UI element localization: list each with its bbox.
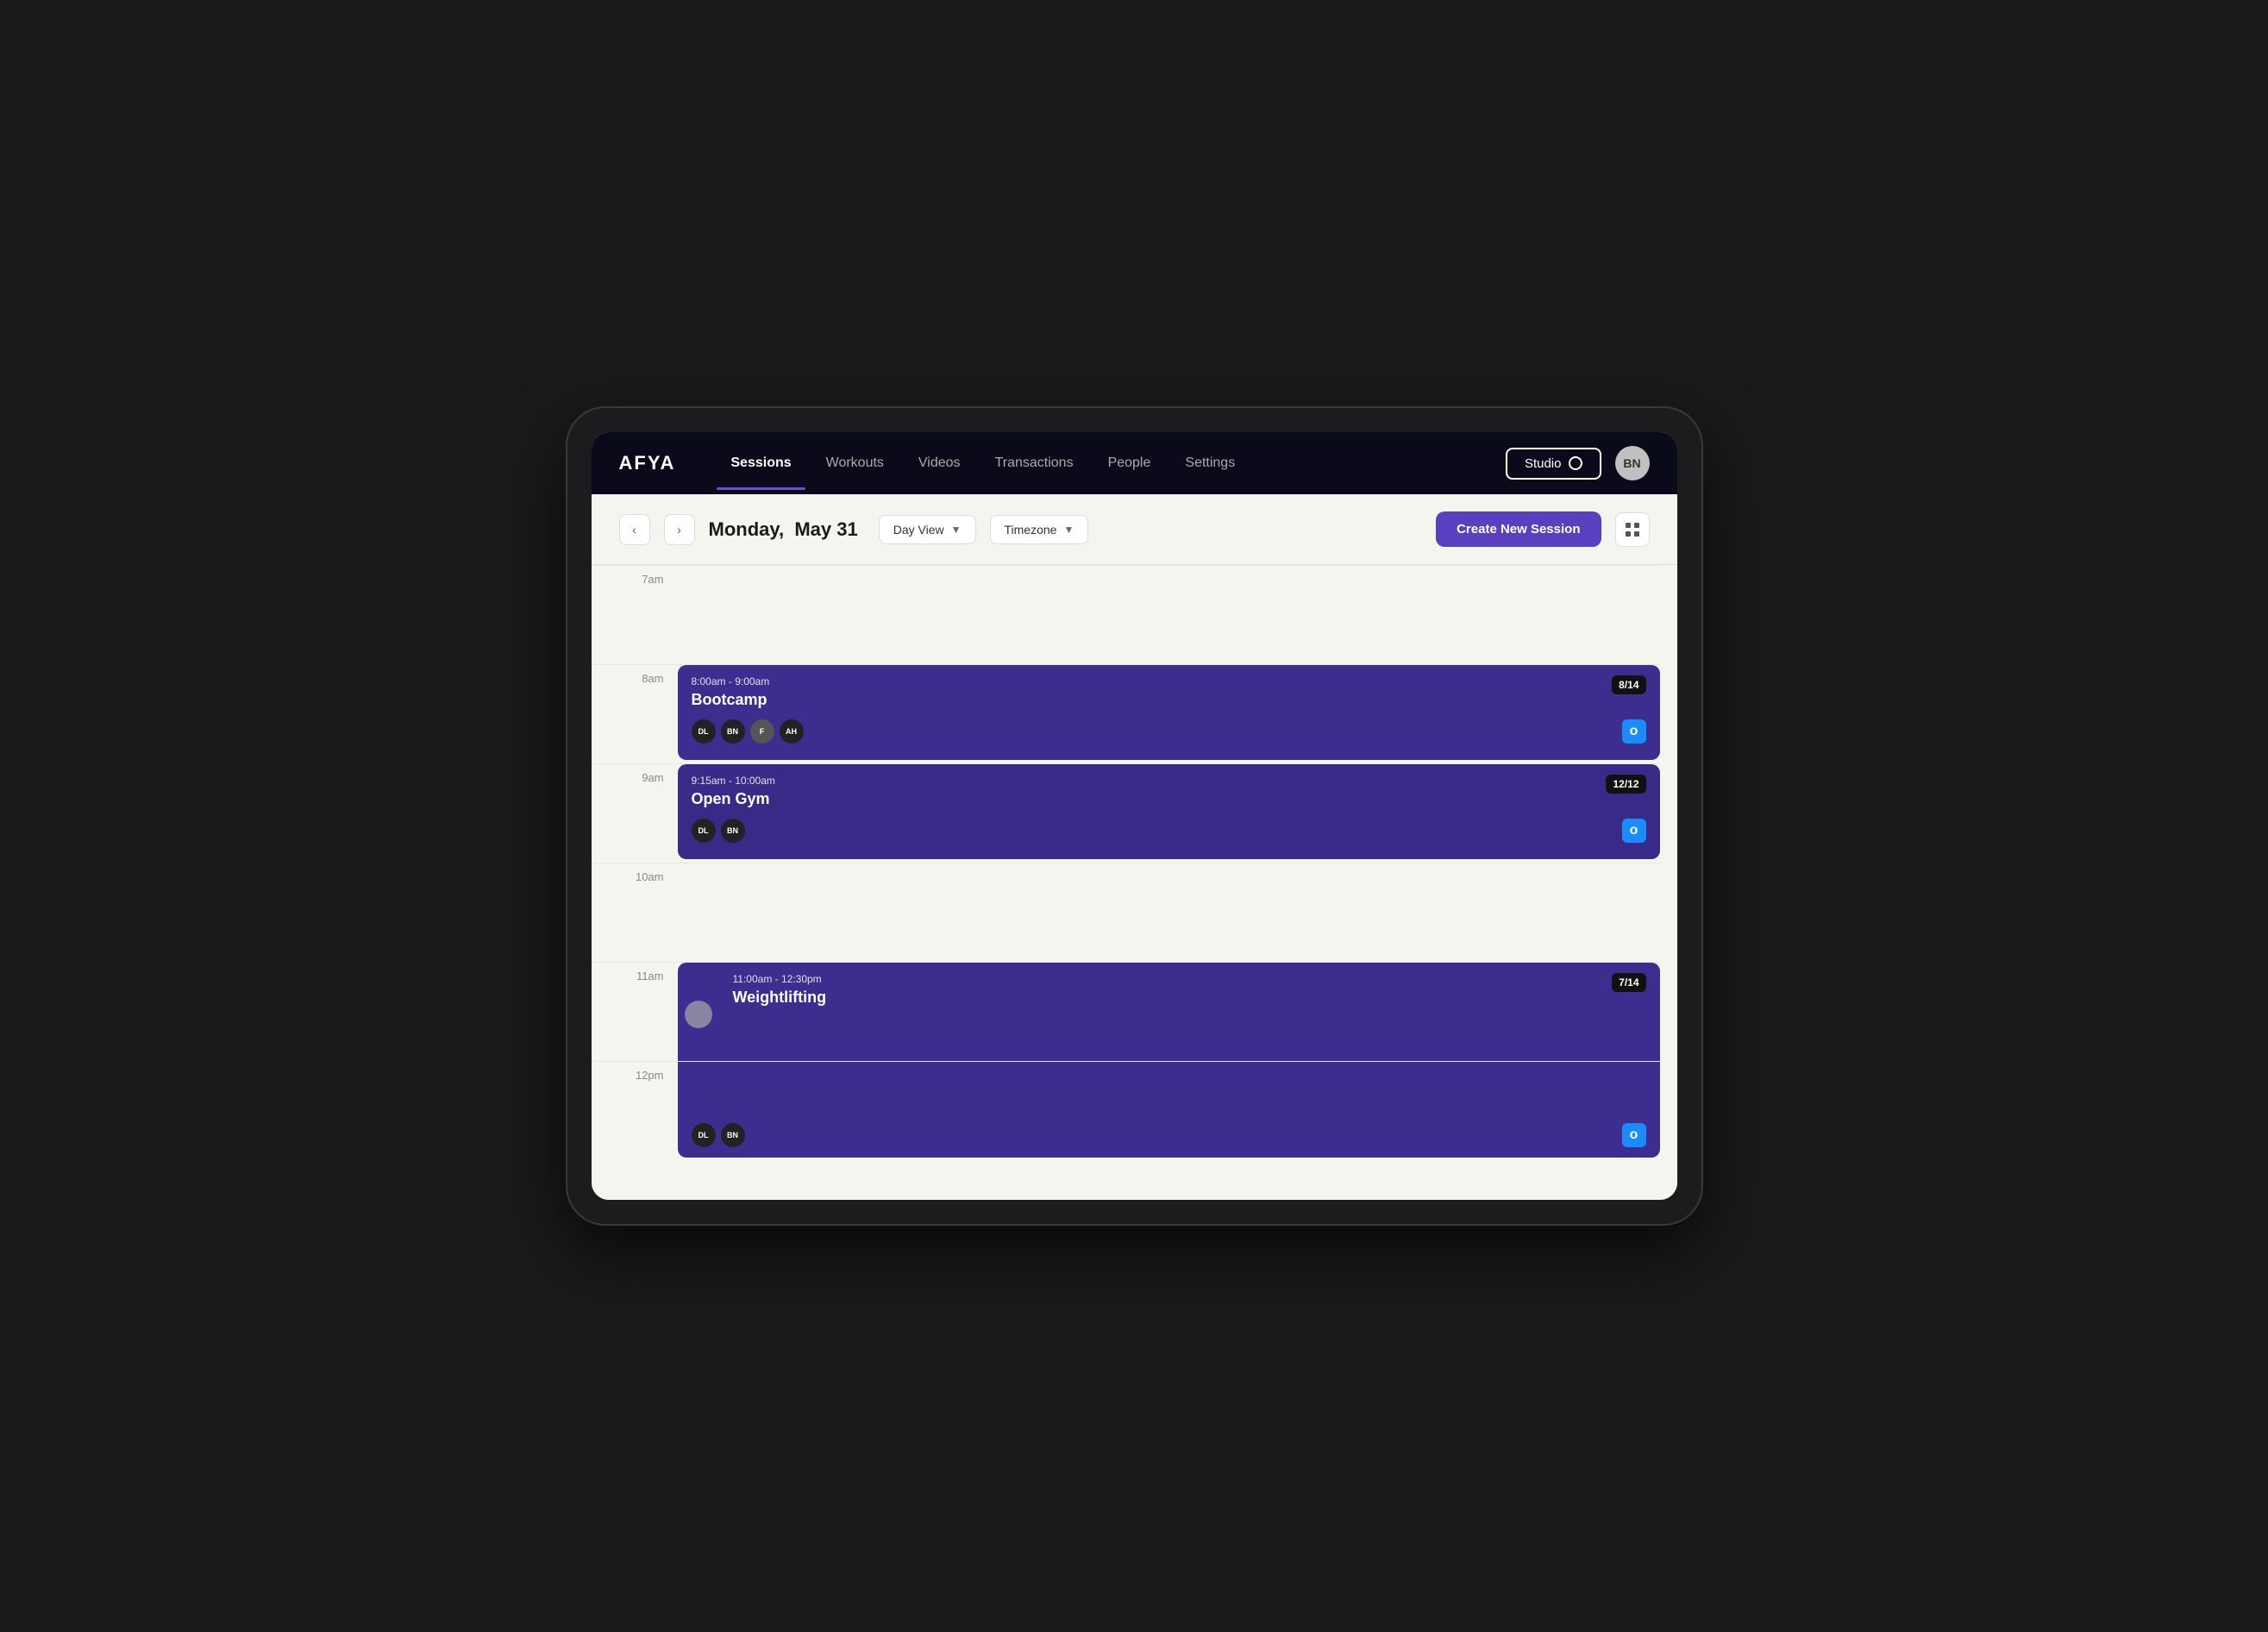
date-rest: May 31 (794, 518, 857, 540)
screen: AFYA Sessions Workouts Videos Transactio… (592, 432, 1677, 1200)
avatar-dl2: DL (692, 819, 716, 843)
studio-button[interactable]: Studio (1506, 448, 1601, 480)
weightlifting-time: 11:00am - 12:30pm (692, 973, 1646, 985)
opengym-avatars: DL BN (692, 819, 745, 843)
time-9am: 9am (592, 763, 678, 863)
calendar-body: 7am 8am 9am 10am 11am 12pm 8/14 8:00am -… (592, 565, 1677, 1200)
nav-bar: AFYA Sessions Workouts Videos Transactio… (592, 432, 1677, 494)
chevron-down-icon: ▼ (1063, 524, 1074, 536)
weightlifting-name: Weightlifting (692, 989, 1646, 1007)
avatar-dl: DL (692, 719, 716, 744)
studio-label: Studio (1525, 456, 1562, 471)
session-bootcamp[interactable]: 8/14 8:00am - 9:00am Bootcamp DL BN F AH… (678, 665, 1660, 760)
slot-11am: 7/14 11:00am - 12:30pm Weightlifting DL … (678, 962, 1660, 1061)
time-10am: 10am (592, 863, 678, 962)
slot-7am (678, 565, 1660, 664)
day-view-label: Day View (893, 523, 944, 537)
session-opengym[interactable]: 12/12 9:15am - 10:00am Open Gym DL BN o (678, 764, 1660, 859)
nav-item-transactions[interactable]: Transactions (981, 449, 1087, 478)
nav-item-videos[interactable]: Videos (905, 449, 974, 478)
bootcamp-options-button[interactable]: o (1622, 719, 1646, 744)
studio-icon (1569, 456, 1582, 470)
opengym-options-button[interactable]: o (1622, 819, 1646, 843)
slot-12pm (678, 1061, 1660, 1160)
next-day-button[interactable]: › (664, 514, 695, 545)
chevron-down-icon: ▼ (951, 524, 962, 536)
avatar-f: F (750, 719, 774, 744)
time-11am: 11am (592, 962, 678, 1061)
slot-10am (678, 863, 1660, 962)
nav-item-workouts[interactable]: Workouts (812, 449, 898, 478)
opengym-name: Open Gym (692, 790, 1646, 808)
date-bold: Monday, (709, 518, 785, 540)
time-column: 7am 8am 9am 10am 11am 12pm (592, 565, 678, 1200)
bootcamp-avatars: DL BN F AH (692, 719, 804, 744)
avatar-bn2: BN (721, 819, 745, 843)
opengym-time: 9:15am - 10:00am (692, 775, 1646, 787)
events-column: 8/14 8:00am - 9:00am Bootcamp DL BN F AH… (678, 565, 1677, 1200)
slot-9am: 12/12 9:15am - 10:00am Open Gym DL BN o (678, 763, 1660, 863)
app-logo: AFYA (619, 452, 676, 474)
time-7am: 7am (592, 565, 678, 664)
nav-right: Studio BN (1506, 446, 1650, 480)
nav-item-sessions[interactable]: Sessions (717, 449, 805, 478)
device-frame: AFYA Sessions Workouts Videos Transactio… (567, 408, 1701, 1224)
prev-day-button[interactable]: ‹ (619, 514, 650, 545)
date-label: Monday, May 31 (709, 518, 858, 541)
bootcamp-footer: DL BN F AH o (692, 719, 1646, 744)
grid-view-button[interactable] (1615, 512, 1650, 547)
opengym-footer: DL BN o (692, 819, 1646, 843)
nav-links: Sessions Workouts Videos Transactions Pe… (717, 449, 1506, 478)
nav-item-settings[interactable]: Settings (1171, 449, 1249, 478)
avatar-ah: AH (780, 719, 804, 744)
bootcamp-name: Bootcamp (692, 691, 1646, 709)
avatar[interactable]: BN (1615, 446, 1650, 480)
nav-item-people[interactable]: People (1094, 449, 1165, 478)
slot-8am: 8/14 8:00am - 9:00am Bootcamp DL BN F AH… (678, 664, 1660, 763)
create-session-button[interactable]: Create New Session (1436, 512, 1601, 547)
avatar-bn: BN (721, 719, 745, 744)
bootcamp-time: 8:00am - 9:00am (692, 675, 1646, 687)
timezone-dropdown[interactable]: Timezone ▼ (990, 515, 1089, 544)
time-12pm: 12pm (592, 1061, 678, 1160)
day-view-dropdown[interactable]: Day View ▼ (879, 515, 976, 544)
time-8am: 8am (592, 664, 678, 763)
toolbar: ‹ › Monday, May 31 Day View ▼ Timezone ▼… (592, 494, 1677, 565)
timezone-label: Timezone (1005, 523, 1057, 537)
